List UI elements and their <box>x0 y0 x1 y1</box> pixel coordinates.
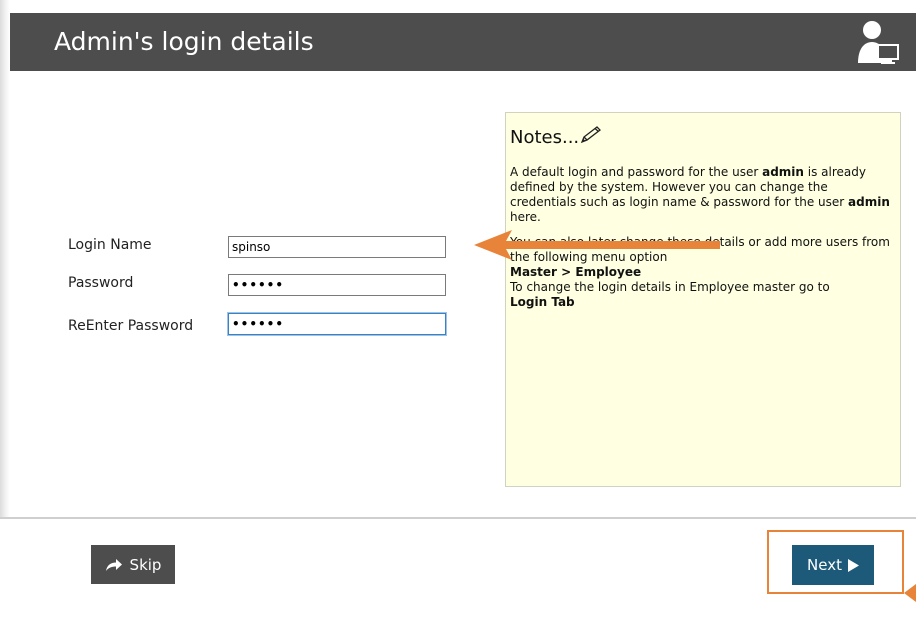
notes-text: here. <box>510 210 541 224</box>
notes-text: To change the login details in Employee … <box>510 280 830 294</box>
skip-button[interactable]: Skip <box>91 545 175 584</box>
notes-panel: Notes... A default login and password fo… <box>505 112 901 487</box>
skip-label: Skip <box>129 555 162 574</box>
annotation-arrow-left-icon <box>474 230 720 260</box>
next-button[interactable]: Next <box>792 545 874 585</box>
password-input[interactable] <box>228 274 446 296</box>
pencil-icon <box>580 126 602 144</box>
notes-title-text: Notes... <box>510 127 580 148</box>
play-triangle-icon <box>847 558 859 572</box>
footer-divider <box>0 517 916 519</box>
page-title: Admin's login details <box>54 27 314 56</box>
notes-paragraph-1: A default login and password for the use… <box>510 165 894 225</box>
notes-login-tab: Login Tab <box>510 295 575 309</box>
share-arrow-icon <box>105 558 122 571</box>
notes-text: A default login and password for the use… <box>510 165 763 179</box>
login-name-label: Login Name <box>68 237 152 253</box>
header-bar: Admin's login details <box>10 13 916 71</box>
wizard-window: Admin's login details Login Name Passwor… <box>0 0 916 628</box>
notes-bold-admin: admin <box>848 195 890 209</box>
annotation-arrow-tip-icon <box>904 584 916 602</box>
notes-menu-path: Master > Employee <box>510 265 642 279</box>
reenter-password-input[interactable] <box>228 313 446 335</box>
password-label: Password <box>68 275 134 291</box>
notes-bold-admin: admin <box>762 165 804 179</box>
notes-title: Notes... <box>510 125 603 148</box>
left-edge-shadow <box>0 0 10 518</box>
user-computer-icon <box>858 21 899 64</box>
next-label: Next <box>807 556 842 574</box>
reenter-password-label: ReEnter Password <box>68 318 194 334</box>
login-name-input[interactable] <box>228 236 446 258</box>
